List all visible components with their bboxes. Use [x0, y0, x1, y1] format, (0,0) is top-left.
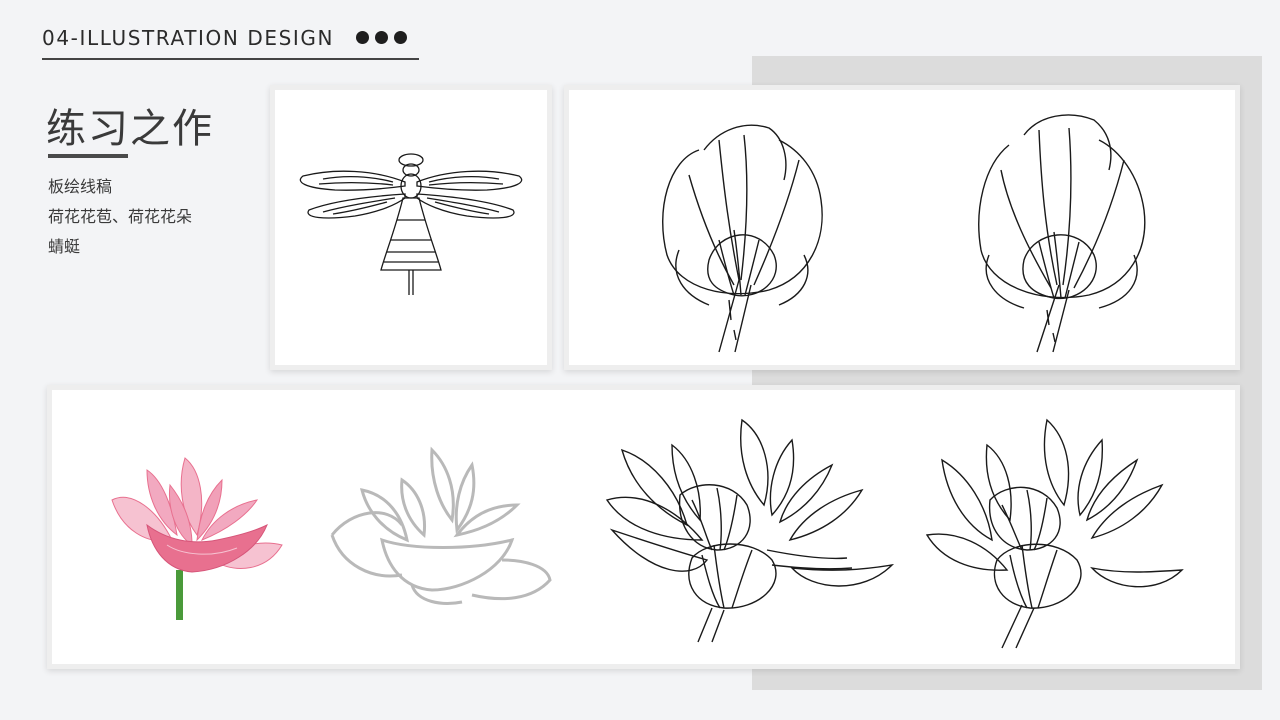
- description-line: 蜻蜓: [48, 237, 81, 256]
- description-line: 板绘线稿: [48, 177, 113, 196]
- title-underline: [48, 154, 128, 158]
- lotus-line-art: [925, 418, 1184, 649]
- dragonfly-sketch: [299, 153, 523, 295]
- lotus-bud-sketches: [662, 114, 1146, 353]
- header-divider: [42, 58, 419, 60]
- lotus-line-art: [605, 418, 895, 643]
- description-line: 荷花花苞、荷花花朵: [48, 207, 193, 226]
- lotus-bud-card: [569, 90, 1235, 365]
- header-dots: [356, 31, 407, 44]
- lotus-bud-sketch: [978, 114, 1146, 353]
- lotus-photo: [111, 457, 283, 620]
- lotus-rough-sketch: [330, 446, 552, 605]
- section-description: 板绘线稿 荷花花苞、荷花花朵 蜻蜓: [48, 172, 192, 262]
- dot-icon: [356, 31, 369, 44]
- header-title: 04-ILLUSTRATION DESIGN: [42, 26, 335, 50]
- lotus-bud-sketch: [662, 124, 823, 353]
- dragonfly-card: [275, 90, 547, 365]
- section-title: 练习之作: [46, 106, 214, 152]
- lotus-flower-illustrations: [111, 418, 1184, 649]
- lotus-flower-card: [52, 390, 1235, 664]
- dot-icon: [375, 31, 388, 44]
- dot-icon: [394, 31, 407, 44]
